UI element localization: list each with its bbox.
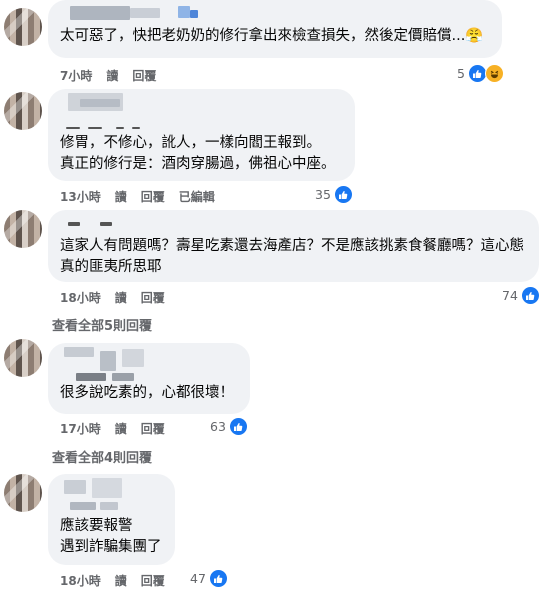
reaction-count: 35 <box>315 187 331 202</box>
read-button[interactable]: 讀 <box>115 572 127 589</box>
comment-text: 太可惡了，快把老奶奶的修行拿出來檢查損失，然後定價賠償...😤 <box>60 28 484 44</box>
avatar[interactable] <box>4 339 42 377</box>
comment-bubble: 修胃，不修心，訛人，一樣向閻王報到。 真正的修行是：酒肉穿腸過，佛祖心中座。 <box>48 89 355 181</box>
comment-bubble: 很多說吃素的，心都很壞！ <box>48 343 250 414</box>
avatar[interactable] <box>4 210 42 248</box>
comment-actions: 7小時 讀 回覆 <box>60 67 156 84</box>
reply-button[interactable]: 回覆 <box>141 188 165 205</box>
read-button[interactable]: 讀 <box>115 289 127 306</box>
view-all-replies-link[interactable]: 查看全部5則回覆 <box>52 315 152 334</box>
comment-time[interactable]: 17小時 <box>60 420 101 437</box>
avatar[interactable] <box>4 474 42 512</box>
like-icon <box>333 185 353 204</box>
comment-actions: 18小時 讀 回覆 <box>60 289 165 306</box>
reaction-count: 47 <box>190 571 206 586</box>
author-name-redacted[interactable] <box>60 210 527 236</box>
reaction-count: 5 <box>457 66 465 81</box>
author-name-redacted[interactable] <box>60 89 343 133</box>
author-name-redacted[interactable] <box>60 474 163 516</box>
comment-actions: 17小時 讀 回覆 <box>60 420 165 437</box>
like-icon <box>228 417 248 436</box>
read-button[interactable]: 讀 <box>115 188 127 205</box>
haha-icon <box>484 64 504 83</box>
reply-button[interactable]: 回覆 <box>132 67 156 84</box>
reaction-summary[interactable]: 63 <box>210 417 248 436</box>
like-icon <box>208 569 228 588</box>
avatar[interactable] <box>4 92 42 130</box>
comment-text: 這家人有問題嗎？壽星吃素還去海產店？不是應該挑素食餐廳嗎？這心態真的匪夷所思耶 <box>60 238 524 275</box>
comment-time[interactable]: 18小時 <box>60 289 101 306</box>
comment-bubble: 這家人有問題嗎？壽星吃素還去海產店？不是應該挑素食餐廳嗎？這心態真的匪夷所思耶 <box>48 210 539 282</box>
comment-time[interactable]: 7小時 <box>60 67 92 84</box>
like-icon <box>520 286 540 305</box>
read-button[interactable]: 讀 <box>106 67 118 84</box>
author-name-redacted[interactable] <box>60 343 238 383</box>
view-all-replies-link[interactable]: 查看全部4則回覆 <box>52 447 152 466</box>
comment-text: 修胃，不修心，訛人，一樣向閻王報到。 真正的修行是：酒肉穿腸過，佛祖心中座。 <box>60 135 336 172</box>
author-name-redacted[interactable] <box>60 0 490 26</box>
comment-time[interactable]: 13小時 <box>60 188 101 205</box>
avatar[interactable] <box>4 8 42 46</box>
reply-button[interactable]: 回覆 <box>141 572 165 589</box>
comment-time[interactable]: 18小時 <box>60 572 101 589</box>
reply-button[interactable]: 回覆 <box>141 289 165 306</box>
reaction-summary[interactable]: 35 <box>315 185 353 204</box>
comment-bubble: 太可惡了，快把老奶奶的修行拿出來檢查損失，然後定價賠償...😤 <box>48 0 502 58</box>
reaction-summary[interactable]: 5 <box>457 64 504 83</box>
comment-actions: 18小時 讀 回覆 <box>60 572 165 589</box>
comment-text: 應該要報警 遇到詐騙集團了 <box>60 518 162 555</box>
reaction-summary[interactable]: 47 <box>190 569 228 588</box>
read-button[interactable]: 讀 <box>115 420 127 437</box>
reply-button[interactable]: 回覆 <box>141 420 165 437</box>
comment-actions: 13小時 讀 回覆 已編輯 <box>60 188 215 205</box>
reaction-count: 63 <box>210 419 226 434</box>
edited-label[interactable]: 已編輯 <box>179 188 215 205</box>
reaction-count: 74 <box>502 288 518 303</box>
comment-text: 很多說吃素的，心都很壞！ <box>60 385 234 401</box>
reaction-summary[interactable]: 74 <box>502 286 540 305</box>
comment-bubble: 應該要報警 遇到詐騙集團了 <box>48 474 175 565</box>
